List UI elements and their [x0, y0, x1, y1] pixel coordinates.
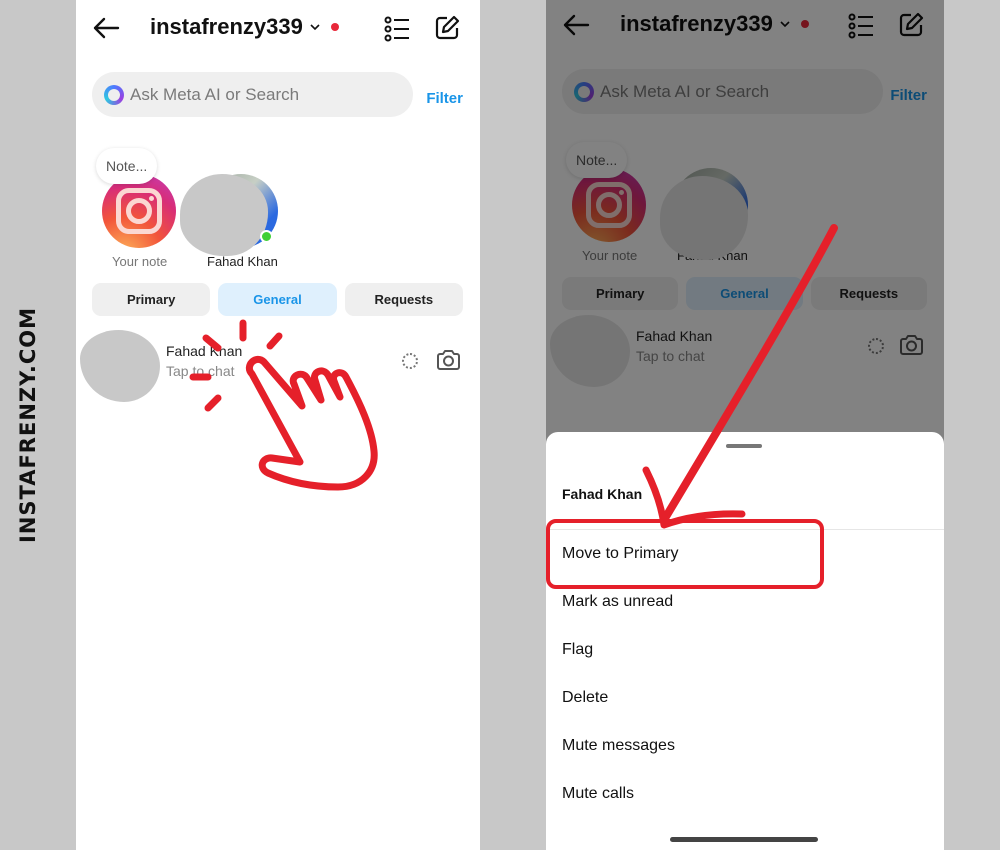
notes-row: Note... Your note Fahad Khan [76, 140, 480, 270]
dotted-circle-icon[interactable] [402, 353, 418, 369]
chat-subtitle: Tap to chat [166, 363, 235, 379]
account-switcher[interactable]: instafrenzy339 [150, 14, 339, 40]
home-indicator [670, 837, 818, 842]
sheet-grabber[interactable] [726, 444, 762, 448]
meta-ai-ring-icon [104, 84, 124, 105]
phone-screen-right: instafrenzy339 Ask Meta AI or Search Fil… [546, 0, 944, 850]
instagram-logo-icon [116, 188, 162, 234]
inbox-tabs: Primary General Requests [92, 283, 463, 316]
tab-general[interactable]: General [218, 283, 337, 316]
top-bar: instafrenzy339 [76, 0, 480, 58]
search-input[interactable]: Ask Meta AI or Search [92, 72, 413, 117]
back-arrow-icon[interactable] [92, 16, 120, 40]
tab-primary[interactable]: Primary [92, 283, 211, 316]
camera-icon[interactable] [436, 349, 461, 371]
menu-item-mark-as-unread[interactable]: Mark as unread [562, 593, 673, 611]
tab-requests[interactable]: Requests [344, 283, 463, 316]
filter-button[interactable]: Filter [426, 90, 463, 107]
menu-item-mute-calls[interactable]: Mute calls [562, 785, 634, 803]
friend-name-label: Fahad Khan [207, 254, 278, 269]
phone-screen-left: instafrenzy339 Ask Meta AI or Search Fil… [76, 0, 480, 850]
edit-icon[interactable] [434, 15, 460, 41]
menu-item-mute-messages[interactable]: Mute messages [562, 737, 675, 755]
online-indicator [260, 230, 273, 243]
list-icon[interactable] [384, 16, 410, 42]
chat-name: Fahad Khan [166, 343, 243, 359]
avatar-redaction [180, 174, 268, 256]
notification-dot [330, 23, 339, 31]
search-placeholder: Ask Meta AI or Search [130, 84, 300, 104]
account-name: instafrenzy339 [150, 14, 303, 39]
chat-list-item[interactable]: Fahad Khan Tap to chat [76, 327, 480, 402]
menu-item-flag[interactable]: Flag [562, 641, 593, 659]
sheet-title: Fahad Khan [562, 486, 643, 502]
watermark: INSTAFRENZY.COM [16, 307, 40, 543]
divider [546, 529, 944, 530]
chat-avatar [80, 330, 160, 402]
bottom-sheet: Fahad Khan Move to Primary Mark as unrea… [546, 432, 944, 850]
note-bubble[interactable]: Note... [96, 148, 158, 184]
menu-item-delete[interactable]: Delete [562, 689, 608, 707]
menu-item-move-to-primary[interactable]: Move to Primary [562, 545, 678, 563]
chevron-down-icon [310, 24, 320, 31]
my-avatar[interactable] [102, 174, 176, 248]
your-note-label: Your note [112, 254, 168, 269]
